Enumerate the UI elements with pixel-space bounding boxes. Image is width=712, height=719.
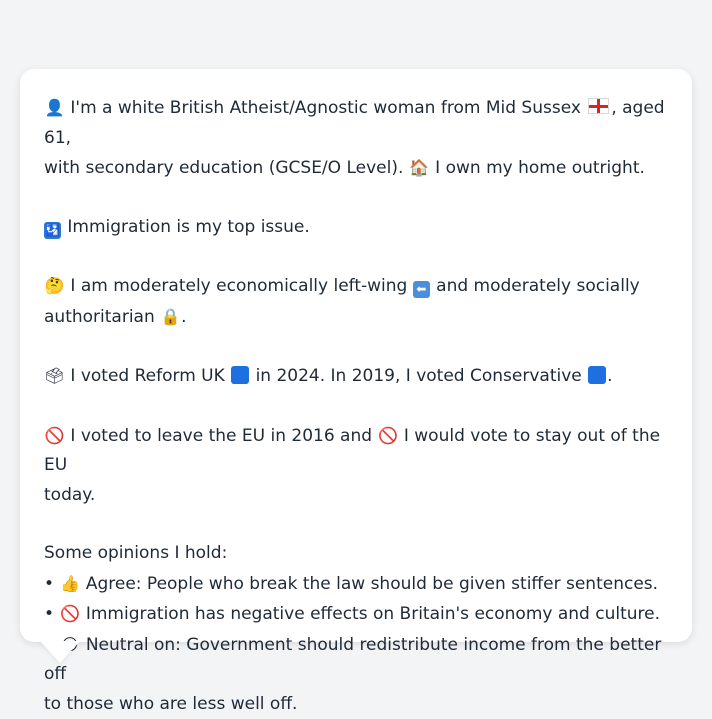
house-icon: 🏠 xyxy=(409,153,430,183)
opinion-item: • 🚫 Immigration has negative effects on … xyxy=(44,599,668,630)
thumbs-up-icon: 👍 xyxy=(59,569,80,599)
vote-text-b: in 2024. In 2019, I voted Conservative xyxy=(256,366,582,386)
bust-in-silhouette-icon: 👤 xyxy=(44,93,65,123)
prohibited-icon: 🚫 xyxy=(44,421,65,451)
reform-blue-square-icon xyxy=(231,366,249,384)
prohibited-icon: 🚫 xyxy=(377,421,398,451)
bullet: • xyxy=(44,574,54,594)
opinion-item: • 👍 Agree: People who break the law shou… xyxy=(44,569,668,600)
eu-paragraph: 🚫 I voted to leave the EU in 2016 and 🚫 … xyxy=(44,421,668,511)
voting-paragraph: 🗳 I voted Reform UK in 2024. In 2019, I … xyxy=(44,361,668,392)
opinion-item: • 😐 Neutral on: Government should redist… xyxy=(44,630,668,690)
econ-text-a: I am moderately economically left-wing xyxy=(70,276,407,296)
passport-control-icon: 🛂 xyxy=(44,222,61,239)
eu-text-c: today. xyxy=(44,485,95,505)
ideology-paragraph: 🤔 I am moderately economically left-wing… xyxy=(44,271,668,332)
conservative-blue-square-icon xyxy=(588,366,606,384)
econ-text-c: authoritarian xyxy=(44,307,155,327)
locked-icon: 🔒 xyxy=(160,302,181,332)
intro-paragraph: 👤 I'm a white British Atheist/Agnostic w… xyxy=(44,93,668,184)
econ-text-b: and moderately socially xyxy=(436,276,640,296)
intro-text-a: I'm a white British Atheist/Agnostic wom… xyxy=(70,98,581,118)
opinion-text: Neutral on: Government should redistribu… xyxy=(44,635,661,685)
left-arrow-icon: ⬅ xyxy=(413,281,430,298)
econ-text-d: . xyxy=(181,307,186,327)
england-flag-icon xyxy=(588,98,609,114)
bubble-tail xyxy=(40,641,80,663)
intro-text-c: with secondary education (GCSE/O Level). xyxy=(44,158,403,178)
opinion-text: Immigration has negative effects on Brit… xyxy=(86,604,660,624)
intro-text-d: I own my home outright. xyxy=(435,158,645,178)
prohibited-icon: 🚫 xyxy=(59,599,80,629)
opinion-item-continued: to those who are less well off. xyxy=(44,690,668,719)
vote-text-a: I voted Reform UK xyxy=(70,366,224,386)
chat-message-bubble: 👤 I'm a white British Atheist/Agnostic w… xyxy=(20,69,692,642)
vote-text-c: . xyxy=(607,366,612,386)
opinion-text: Agree: People who break the law should b… xyxy=(86,574,658,594)
top-issue-paragraph: 🛂 Immigration is my top issue. xyxy=(44,213,668,243)
opinions-header: Some opinions I hold: xyxy=(44,539,668,569)
opinions-paragraph: Some opinions I hold: • 👍 Agree: People … xyxy=(44,539,668,719)
ballot-box-icon: 🗳 xyxy=(44,361,65,391)
bullet: • xyxy=(44,604,54,624)
eu-text-a: I voted to leave the EU in 2016 and xyxy=(70,426,372,446)
top-issue-text: Immigration is my top issue. xyxy=(67,217,309,237)
thinking-face-icon: 🤔 xyxy=(44,271,65,301)
